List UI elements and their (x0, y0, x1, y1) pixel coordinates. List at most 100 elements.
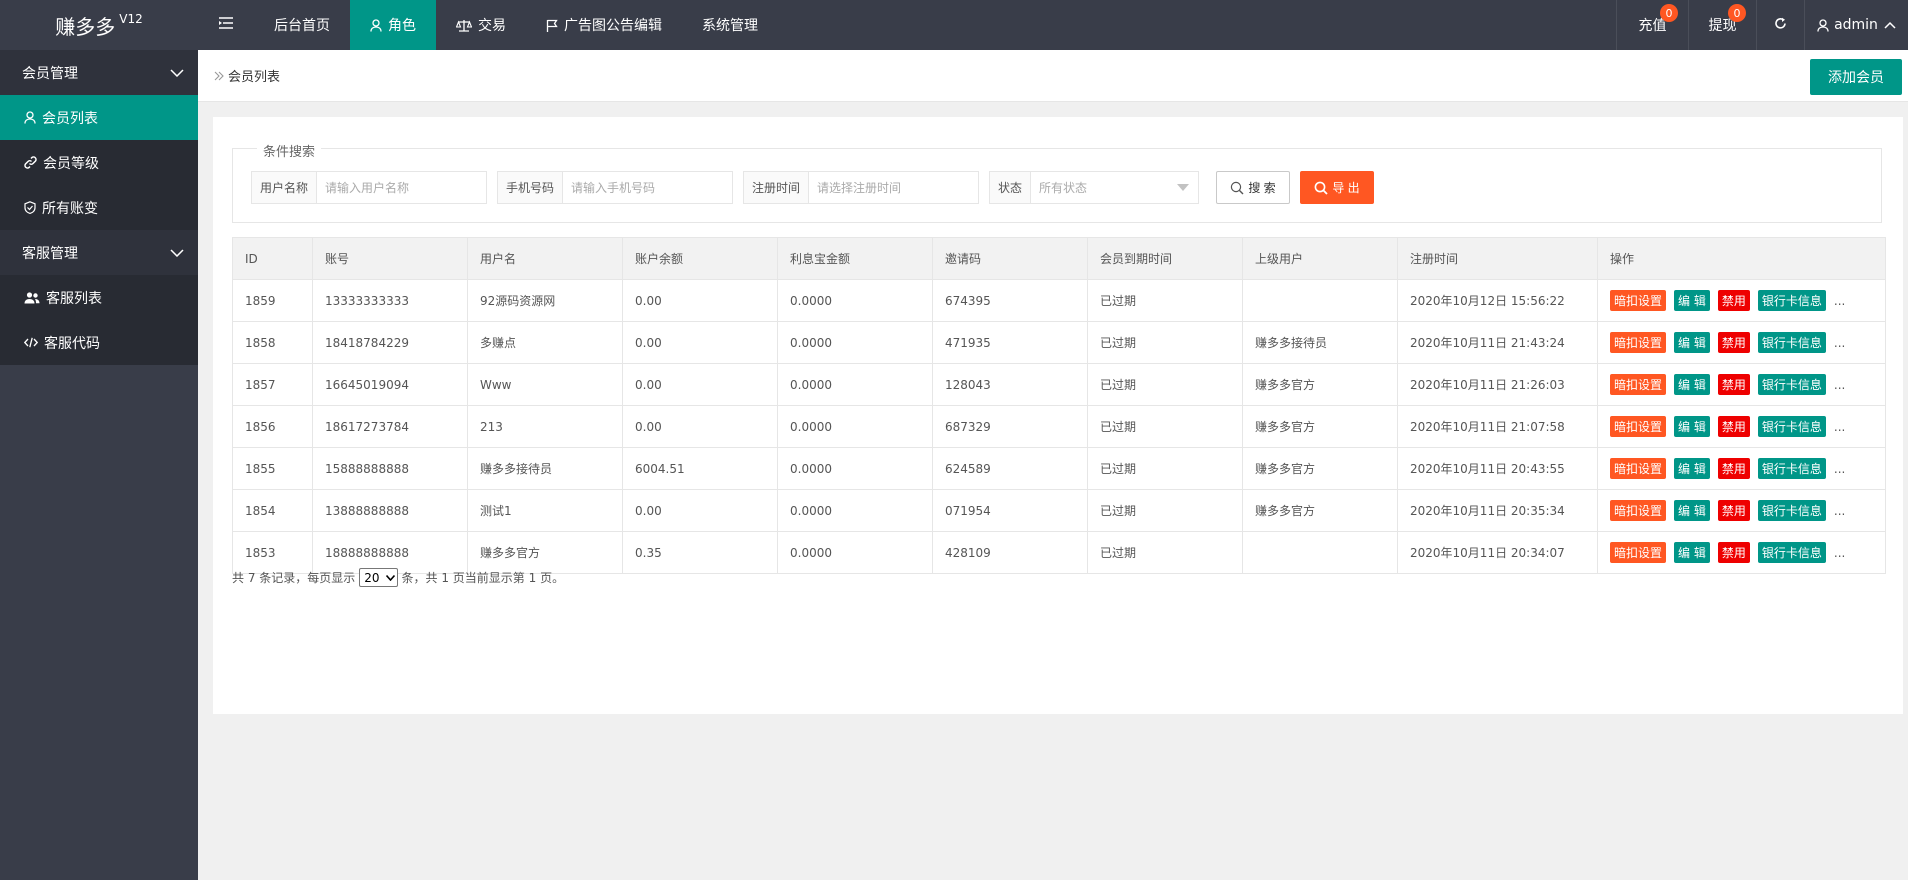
cell-username: 赚多多接待员 (467, 447, 623, 490)
edit-button[interactable]: 编 辑 (1674, 458, 1710, 479)
nav-trade-label: 交易 (478, 18, 506, 34)
bank-card-info-button[interactable]: 银行卡信息 (1757, 458, 1826, 479)
cell-interest: 0.0000 (777, 405, 933, 448)
top-nav: 后台首页 角色 交易 广告图公告编辑 系统管理 (198, 0, 778, 50)
bank-card-info-button[interactable]: 银行卡信息 (1757, 332, 1826, 353)
search-icon (1230, 181, 1244, 195)
cell-username: 92源码资源网 (467, 279, 623, 322)
chevron-down-icon (170, 68, 184, 77)
username-input[interactable] (317, 172, 486, 203)
nav-home-label: 后台首页 (274, 18, 330, 34)
sidebar-item-all-transactions[interactable]: 所有账变 (0, 185, 198, 230)
deduct-settings-button[interactable]: 暗扣设置 (1610, 542, 1667, 563)
row-actions: 暗扣设置编 辑禁用 银行卡信息... (1610, 458, 1873, 479)
sidebar-group-member[interactable]: 会员管理 (0, 50, 198, 95)
phone-label: 手机号码 (498, 172, 564, 203)
cell-actions: 暗扣设置编 辑禁用 银行卡信息... (1597, 447, 1886, 490)
sidebar-item-service-code[interactable]: 客服代码 (0, 320, 198, 365)
sidebar-item-label: 客服代码 (44, 335, 100, 352)
phone-input[interactable] (563, 172, 732, 203)
search-button-label: 搜 索 (1248, 181, 1276, 195)
deduct-settings-button[interactable]: 暗扣设置 (1610, 290, 1667, 311)
deduct-settings-button[interactable]: 暗扣设置 (1610, 374, 1667, 395)
edit-button[interactable]: 编 辑 (1674, 290, 1710, 311)
cell-parent-user: 赚多多官方 (1242, 405, 1398, 448)
cell-balance: 0.00 (622, 279, 778, 322)
disable-button[interactable]: 禁用 (1717, 290, 1750, 311)
disable-button[interactable]: 禁用 (1717, 332, 1750, 353)
cell-username: 多赚点 (467, 321, 623, 364)
cell-register-time: 2020年10月11日 21:07:58 (1397, 405, 1598, 448)
sidebar-group-service[interactable]: 客服管理 (0, 230, 198, 275)
cell-actions: 暗扣设置编 辑禁用 银行卡信息... (1597, 531, 1886, 574)
cell-account: 18418784229 (312, 321, 468, 364)
cell-actions: 暗扣设置编 辑禁用 银行卡信息... (1597, 405, 1886, 448)
disable-button[interactable]: 禁用 (1717, 542, 1750, 563)
cell-username: 测试1 (467, 489, 623, 532)
breadcrumb-current[interactable]: 会员列表 (228, 66, 280, 85)
bank-card-info-button[interactable]: 银行卡信息 (1757, 374, 1826, 395)
cell-invite-code: 071954 (932, 489, 1088, 532)
app-logo[interactable]: 赚多多 V12 (0, 0, 198, 50)
row-actions: 暗扣设置编 辑禁用 银行卡信息... (1610, 416, 1873, 437)
more-actions-button[interactable]: ... (1834, 462, 1845, 476)
status-select-value: 所有状态 (1039, 181, 1088, 195)
shield-check-icon (24, 201, 36, 214)
sidebar-item-member-list[interactable]: 会员列表 (0, 95, 198, 140)
user-menu[interactable]: admin (1804, 0, 1908, 50)
table-row: 1859 13333333333 92源码资源网 0.00 0.0000 674395 已过… (232, 279, 1886, 322)
deduct-settings-button[interactable]: 暗扣设置 (1610, 332, 1667, 353)
nav-home[interactable]: 后台首页 (254, 0, 350, 50)
more-actions-button[interactable]: ... (1834, 504, 1845, 518)
cell-invite-code: 674395 (932, 279, 1088, 322)
more-actions-button[interactable]: ... (1834, 546, 1845, 560)
recharge-button[interactable]: 充值 0 (1616, 0, 1688, 50)
more-actions-button[interactable]: ... (1834, 336, 1845, 350)
disable-button[interactable]: 禁用 (1717, 458, 1750, 479)
nav-system[interactable]: 系统管理 (682, 0, 778, 50)
add-member-button[interactable]: 添加会员 (1810, 59, 1902, 95)
deduct-settings-button[interactable]: 暗扣设置 (1610, 416, 1667, 437)
deduct-settings-button[interactable]: 暗扣设置 (1610, 458, 1667, 479)
bank-card-info-button[interactable]: 银行卡信息 (1757, 416, 1826, 437)
member-table: ID 账号 用户名 账户余额 利息宝金额 邀请码 会员到期时间 上级用户 注册时… (232, 237, 1886, 574)
bank-card-info-button[interactable]: 银行卡信息 (1757, 542, 1826, 563)
export-button[interactable]: 导 出 (1300, 171, 1374, 204)
bank-card-info-button[interactable]: 银行卡信息 (1757, 500, 1826, 521)
refresh-button[interactable] (1756, 0, 1804, 50)
search-button[interactable]: 搜 索 (1216, 171, 1290, 204)
deduct-settings-button[interactable]: 暗扣设置 (1610, 500, 1667, 521)
edit-button[interactable]: 编 辑 (1674, 500, 1710, 521)
more-actions-button[interactable]: ... (1834, 420, 1845, 434)
nav-ad-notice[interactable]: 广告图公告编辑 (526, 0, 682, 50)
nav-role[interactable]: 角色 (350, 0, 436, 50)
cell-actions: 暗扣设置编 辑禁用 银行卡信息... (1597, 279, 1886, 322)
regtime-input[interactable] (809, 172, 978, 203)
edit-button[interactable]: 编 辑 (1674, 374, 1710, 395)
withdraw-button[interactable]: 提现 0 (1688, 0, 1756, 50)
nav-trade[interactable]: 交易 (436, 0, 526, 50)
sidebar-group-label: 客服管理 (22, 245, 78, 262)
edit-button[interactable]: 编 辑 (1674, 542, 1710, 563)
cell-interest: 0.0000 (777, 447, 933, 490)
menu-toggle-button[interactable] (198, 0, 254, 50)
page-size-select[interactable]: 20 (359, 568, 398, 587)
more-actions-button[interactable]: ... (1834, 378, 1845, 392)
status-select[interactable]: 所有状态 (1031, 172, 1198, 203)
more-actions-button[interactable]: ... (1834, 294, 1845, 308)
column-header: 用户名 (467, 237, 623, 280)
sidebar-item-member-level[interactable]: 会员等级 (0, 140, 198, 185)
search-legend: 条件搜索 (257, 141, 322, 160)
status-search-group: 状态 所有状态 (989, 171, 1199, 204)
disable-button[interactable]: 禁用 (1717, 374, 1750, 395)
edit-button[interactable]: 编 辑 (1674, 416, 1710, 437)
table-row: 1855 15888888888 赚多多接待员 6004.51 0.0000 624589… (232, 447, 1886, 490)
edit-button[interactable]: 编 辑 (1674, 332, 1710, 353)
row-actions: 暗扣设置编 辑禁用 银行卡信息... (1610, 332, 1873, 353)
disable-button[interactable]: 禁用 (1717, 416, 1750, 437)
bank-card-info-button[interactable]: 银行卡信息 (1757, 290, 1826, 311)
cell-interest: 0.0000 (777, 321, 933, 364)
disable-button[interactable]: 禁用 (1717, 500, 1750, 521)
sidebar-item-service-list[interactable]: 客服列表 (0, 275, 198, 320)
row-actions: 暗扣设置编 辑禁用 银行卡信息... (1610, 290, 1873, 311)
